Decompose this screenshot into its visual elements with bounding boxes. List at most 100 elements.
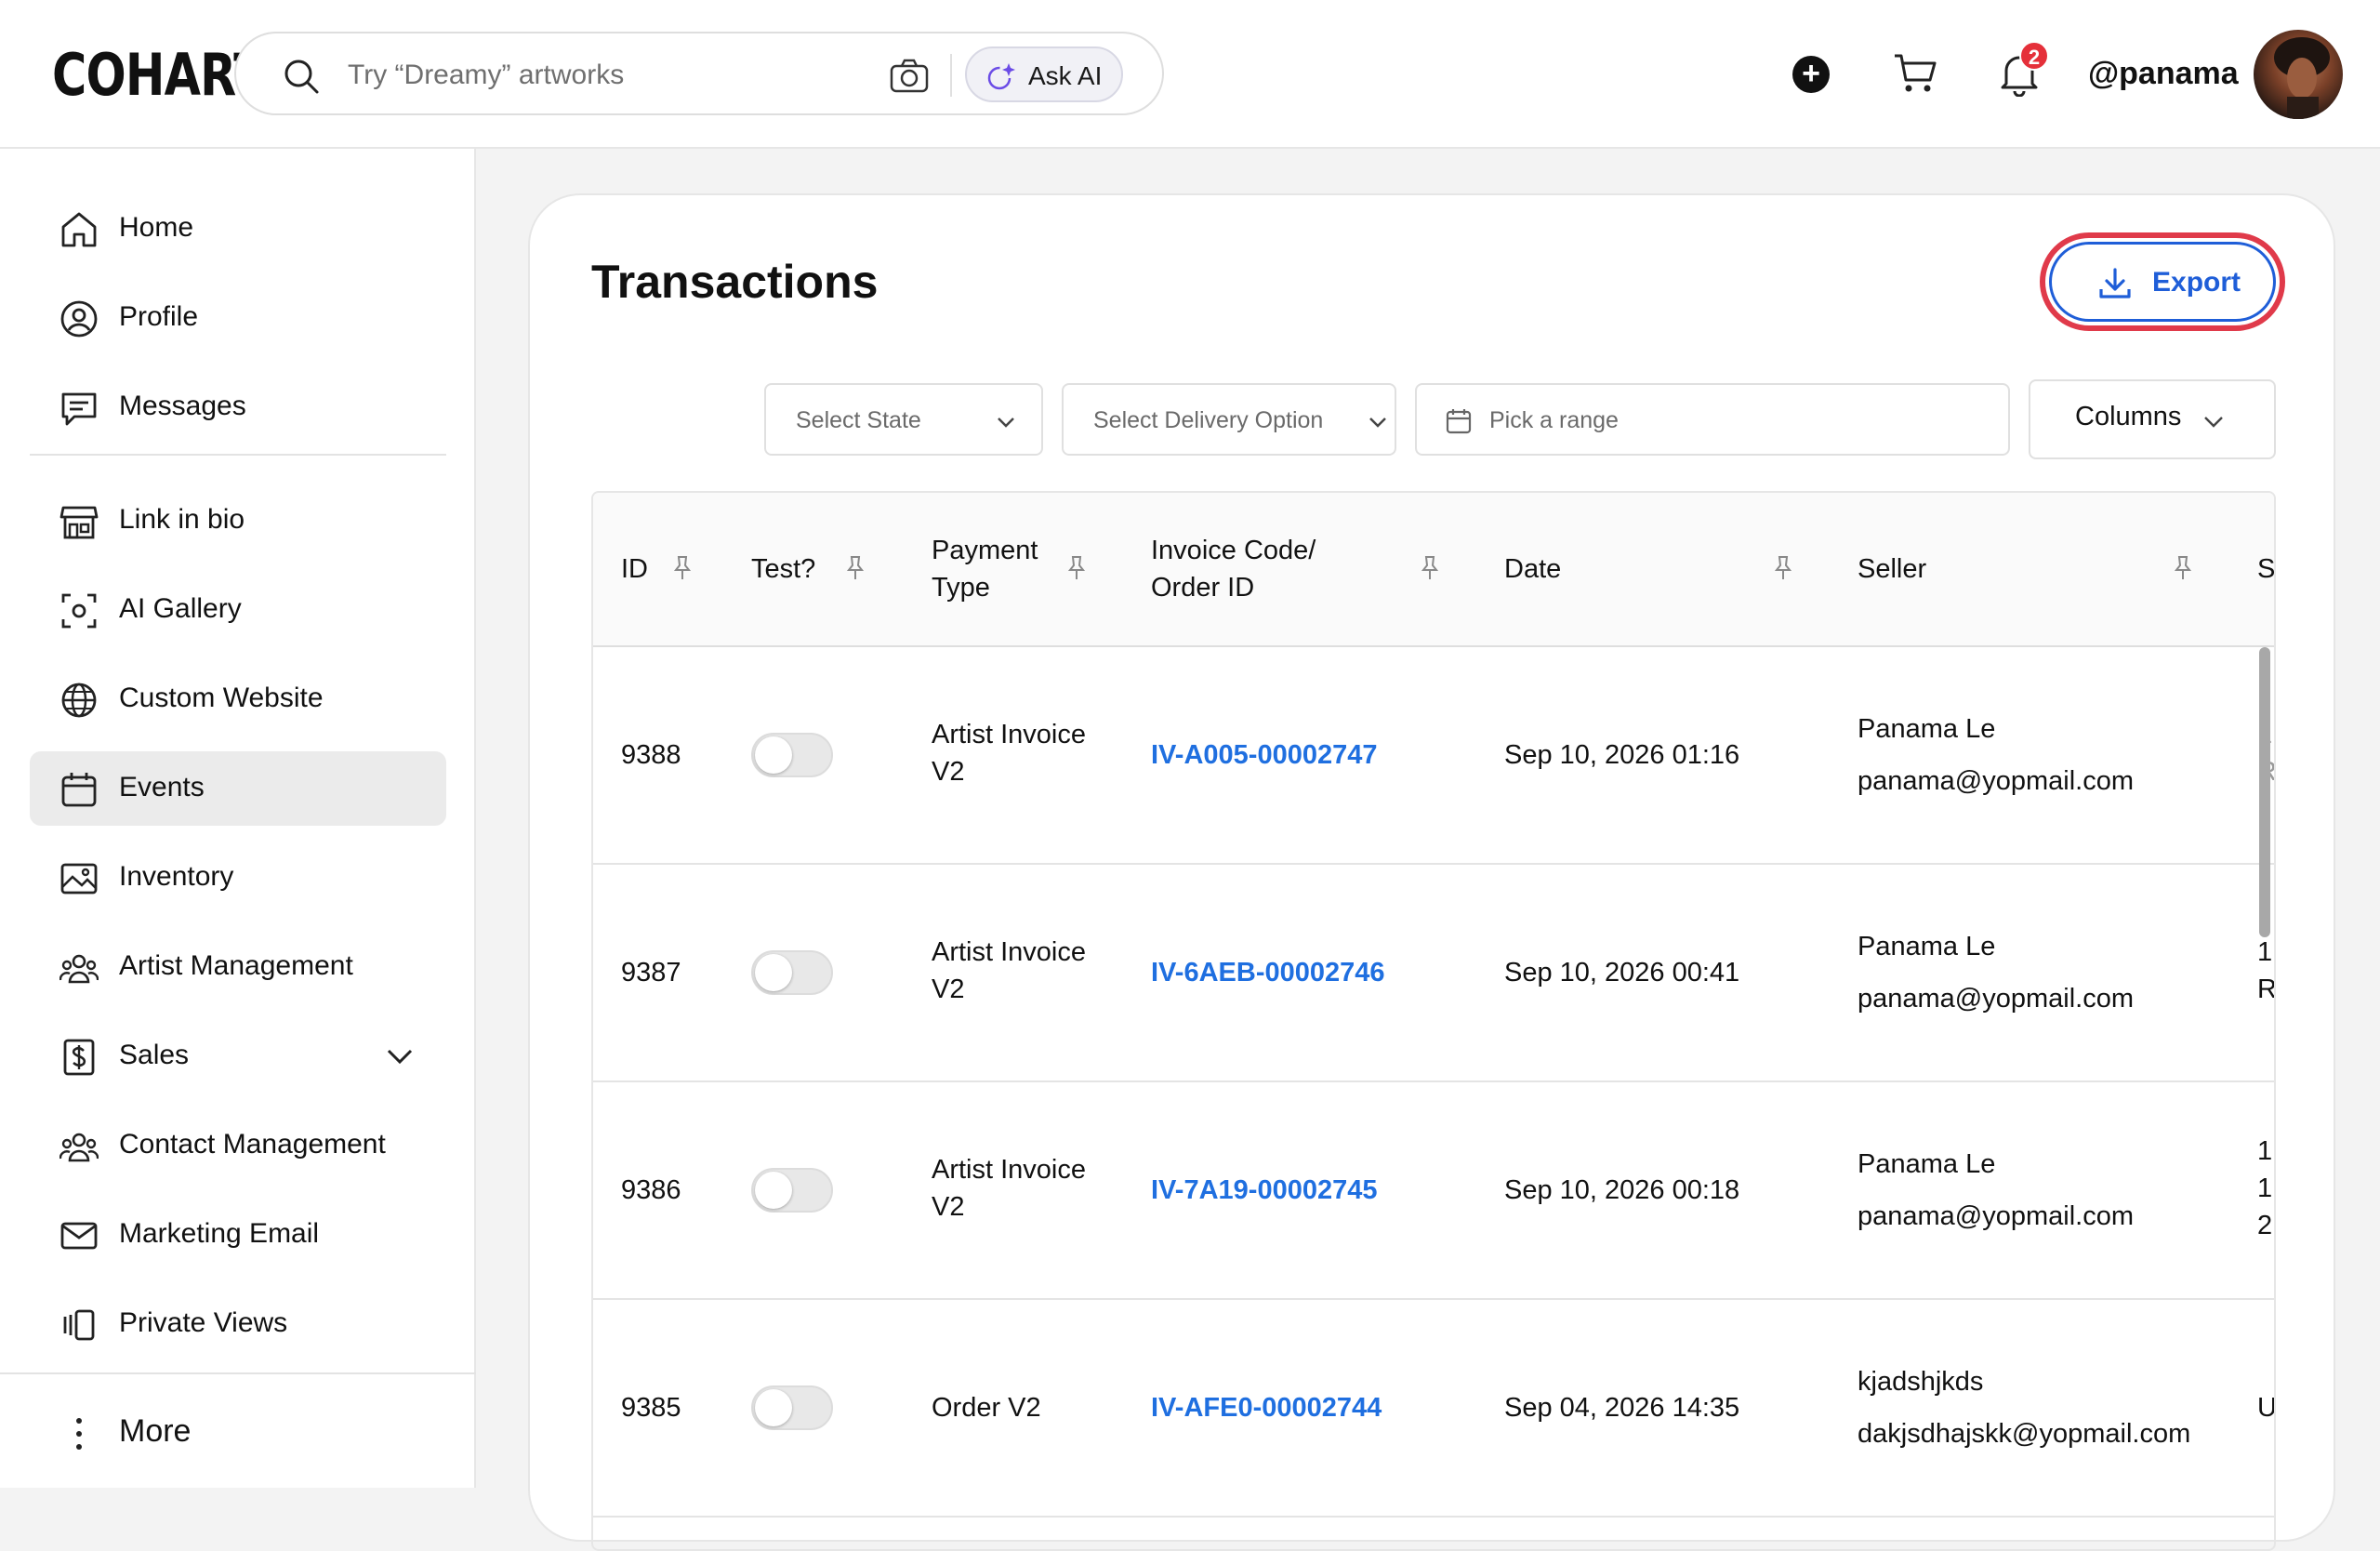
pin-icon[interactable] [1419, 554, 1441, 582]
scan-icon [61, 593, 97, 629]
cell-payment-type: Artist Invoice V2 [932, 716, 1086, 790]
col-payment-line2: Type [932, 573, 990, 603]
page-title: Transactions [591, 256, 879, 308]
columns-label: Columns [2075, 402, 2182, 431]
storefront-icon [60, 506, 99, 539]
sidebar-item-label: AI Gallery [119, 593, 242, 624]
table-row[interactable]: 9386 Artist Invoice V2 IV-7A19-00002745 … [593, 1082, 2274, 1300]
state-select-label: Select State [796, 407, 921, 433]
sidebar-item-marketing-email[interactable]: Marketing Email [30, 1198, 446, 1272]
payment-line1: Artist Invoice [932, 1155, 1086, 1185]
notification-badge: 2 [2019, 41, 2049, 71]
chevron-down-icon[interactable] [383, 1040, 416, 1073]
table-scrollbar[interactable] [2259, 647, 2270, 937]
cell-id: 9388 [621, 740, 681, 770]
seller-email: panama@yopmail.com [1858, 766, 2135, 796]
profile-icon [60, 300, 98, 338]
table-row[interactable]: 9388 Artist Invoice V2 IV-A005-00002747 … [593, 647, 2274, 865]
cell-id: 9387 [621, 958, 681, 988]
pin-icon[interactable] [844, 554, 866, 582]
sidebar-item-label: Link in bio [119, 504, 245, 535]
sidebar-item-label: Profile [119, 301, 199, 332]
delivery-option-select[interactable]: Select Delivery Option [1062, 383, 1396, 456]
calendar-icon [1446, 409, 1472, 434]
table-row[interactable]: 9385 Order V2 IV-AFE0-00002744 Sep 04, 2… [593, 1300, 2276, 1518]
seller-name: Panama Le [1858, 714, 1996, 744]
pin-icon[interactable] [2172, 554, 2194, 582]
next-line1: 1: [2257, 1136, 2274, 1166]
sidebar-item-messages[interactable]: Messages [30, 370, 446, 444]
avatar[interactable] [2254, 30, 2343, 119]
dollar-icon [63, 1039, 95, 1076]
cell-next-clipped: U [2257, 1393, 2276, 1423]
delivery-select-label: Select Delivery Option [1093, 407, 1324, 433]
sidebar-item-label: Marketing Email [119, 1218, 320, 1249]
camera-icon[interactable] [889, 58, 930, 95]
state-select[interactable]: Select State [764, 383, 1043, 456]
create-plus-icon[interactable]: + [1792, 56, 1830, 93]
ask-ai-button[interactable]: Ask AI [965, 46, 1123, 102]
mail-icon [60, 1222, 98, 1250]
invoice-link[interactable]: IV-7A19-00002745 [1151, 1172, 1377, 1209]
pin-icon[interactable] [1065, 554, 1088, 582]
sidebar-item-custom-website[interactable]: Custom Website [30, 662, 446, 736]
sidebar-item-contact-management[interactable]: Contact Management [30, 1108, 446, 1183]
invoice-link[interactable]: IV-AFE0-00002744 [1151, 1389, 1382, 1426]
cart-icon[interactable] [1893, 52, 1937, 95]
globe-icon [61, 683, 97, 718]
sidebar-item-label: Messages [119, 391, 246, 421]
table-row[interactable]: 9387 Artist Invoice V2 IV-6AEB-00002746 … [593, 865, 2274, 1082]
next-line3: 2 [2257, 1211, 2273, 1240]
sidebar-item-ai-gallery[interactable]: AI Gallery [30, 573, 446, 647]
date-range-picker[interactable]: Pick a range [1415, 383, 2010, 456]
export-button[interactable]: Export [2049, 242, 2276, 322]
col-seller[interactable]: Seller [1858, 550, 1926, 588]
search-divider [950, 54, 952, 97]
col-test[interactable]: Test? [751, 550, 815, 588]
col-date[interactable]: Date [1504, 550, 1561, 588]
chevron-down-icon [998, 418, 1014, 428]
transactions-panel: Transactions Export Select State Select … [528, 193, 2335, 1551]
sidebar-item-sales[interactable]: Sales [30, 1019, 446, 1094]
sidebar-bottom-divider [0, 1372, 476, 1374]
test-toggle[interactable] [751, 1168, 833, 1213]
pin-icon[interactable] [1772, 554, 1794, 582]
col-invoice-line2: Order ID [1151, 573, 1255, 603]
test-toggle[interactable] [751, 1385, 833, 1430]
col-invoice-code[interactable]: Invoice Code/ Order ID [1151, 532, 1316, 606]
sidebar-item-home[interactable]: Home [30, 192, 446, 266]
pin-icon[interactable] [671, 554, 694, 582]
invoice-link[interactable]: IV-A005-00002747 [1151, 736, 1377, 774]
search-input[interactable]: Try “Dreamy” artworks [348, 60, 624, 91]
top-bar: COHART Try “Dreamy” artworks Ask AI + 2 … [0, 0, 2380, 149]
sidebar-divider [30, 454, 446, 456]
next-line1: 1: [2257, 937, 2274, 967]
export-label: Export [2152, 267, 2241, 298]
search-bar[interactable]: Try “Dreamy” artworks Ask AI [234, 32, 1164, 115]
username[interactable]: @panama [2088, 56, 2239, 92]
sidebar-item-link-in-bio[interactable]: Link in bio [30, 484, 446, 558]
cell-next-clipped: 1: R [2257, 934, 2274, 1008]
sidebar-item-events[interactable]: Events [30, 751, 446, 826]
more-vertical-icon [76, 1418, 82, 1450]
sidebar-item-inventory[interactable]: Inventory [30, 841, 446, 915]
col-next-clipped[interactable]: S [2257, 550, 2274, 588]
cohart-logo[interactable]: COHART [52, 41, 266, 109]
sidebar-item-profile[interactable]: Profile [30, 281, 446, 355]
image-icon [60, 863, 98, 895]
test-toggle[interactable] [751, 950, 833, 995]
columns-button[interactable]: Columns [2029, 379, 2276, 459]
messages-icon [61, 392, 97, 426]
payment-line2: V2 [932, 757, 965, 787]
col-id[interactable]: ID [621, 550, 648, 588]
sidebar-item-artist-management[interactable]: Artist Management [30, 930, 446, 1004]
sidebar-item-label: Artist Management [119, 950, 353, 981]
cell-date: Sep 10, 2026 01:16 [1504, 740, 1740, 770]
sidebar-item-label: Home [119, 212, 194, 243]
seller-name: Panama Le [1858, 932, 1996, 961]
seller-name: kjadshjkds [1858, 1367, 1984, 1397]
col-payment-type[interactable]: Payment Type [932, 532, 1038, 606]
invoice-link[interactable]: IV-6AEB-00002746 [1151, 954, 1385, 991]
test-toggle[interactable] [751, 733, 833, 777]
sidebar-item-private-views[interactable]: Private Views [30, 1287, 446, 1361]
